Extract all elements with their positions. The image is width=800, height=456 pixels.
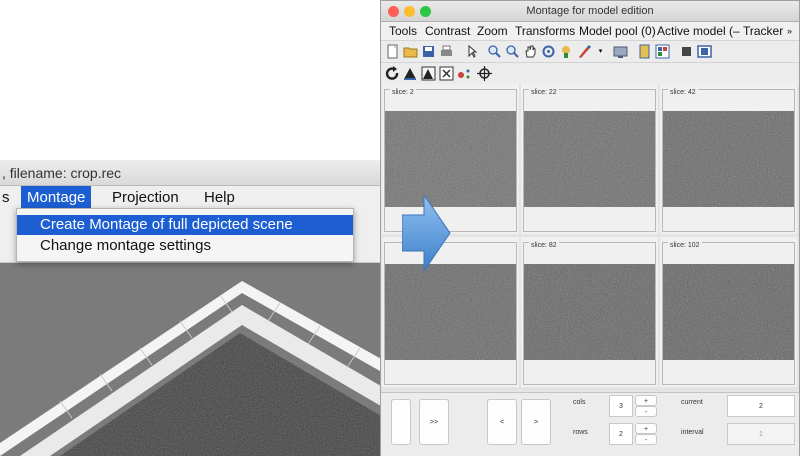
- toolbar-secondary: [381, 62, 799, 86]
- menu-tools[interactable]: Tools: [389, 22, 417, 40]
- zoom-window-button[interactable]: [420, 6, 431, 17]
- rows-field[interactable]: 2: [609, 423, 633, 445]
- rows-decrement-button[interactable]: -: [635, 434, 657, 445]
- slice-image: [385, 264, 516, 360]
- save-icon[interactable]: [421, 44, 436, 59]
- new-file-icon[interactable]: [385, 44, 400, 59]
- montage-window-title: Montage for model edition: [381, 1, 799, 22]
- crosshair-icon[interactable]: [477, 66, 492, 81]
- menu-help[interactable]: Help: [198, 186, 241, 210]
- montage-cell[interactable]: slice: 22: [521, 84, 658, 234]
- toolbar-primary: ▾: [381, 40, 799, 63]
- menu-zoom[interactable]: Zoom: [477, 22, 508, 40]
- slice-label: slice: 22: [529, 89, 559, 97]
- peak-icon[interactable]: [403, 66, 418, 81]
- montage-menu-bar: Tools Contrast Zoom Transforms Model poo…: [381, 22, 799, 40]
- rows-increment-button[interactable]: +: [635, 423, 657, 434]
- slice-label: slice: 102: [668, 242, 702, 250]
- slice-image: [663, 111, 794, 207]
- montage-cell[interactable]: slice: 102: [660, 237, 797, 387]
- next-page-button[interactable]: >>: [419, 399, 449, 445]
- zoom-out-icon[interactable]: [505, 44, 520, 59]
- current-field[interactable]: 2: [727, 395, 795, 417]
- panel-icon[interactable]: [637, 44, 652, 59]
- dropdown-arrow-icon[interactable]: ▾: [593, 44, 608, 59]
- menu-model-pool[interactable]: Model pool (0): [579, 22, 656, 40]
- close-window-button[interactable]: [388, 6, 399, 17]
- montage-menu-dropdown: Create Montage of full depicted scene Ch…: [16, 208, 354, 262]
- menu-item-create-montage[interactable]: Create Montage of full depicted scene: [17, 215, 353, 235]
- montage-controls: >> < > cols 3 + - rows 2 + - current 2 i…: [381, 392, 799, 456]
- histogram-icon[interactable]: [421, 66, 436, 81]
- fit-view-icon[interactable]: [439, 66, 454, 81]
- interval-field[interactable]: 1: [727, 423, 795, 445]
- print-icon[interactable]: [439, 44, 454, 59]
- menu-projection[interactable]: Projection: [106, 186, 185, 210]
- right-arrow-graphic: [402, 195, 451, 271]
- pan-hand-icon[interactable]: [523, 44, 538, 59]
- slice-label: slice: 82: [529, 242, 559, 250]
- menu-active-model[interactable]: Active model (–: [657, 22, 740, 40]
- slice-label: slice: 42: [668, 89, 698, 97]
- slice-image: [524, 111, 655, 207]
- open-folder-icon[interactable]: [403, 44, 418, 59]
- slice-label: slice: 2: [390, 89, 416, 97]
- stop-icon[interactable]: [679, 44, 694, 59]
- pointer-icon[interactable]: [465, 44, 480, 59]
- zoom-in-icon[interactable]: [487, 44, 502, 59]
- grid-layout-icon[interactable]: [655, 44, 670, 59]
- rotate-icon[interactable]: [541, 44, 556, 59]
- points-icon[interactable]: [457, 66, 472, 81]
- montage-cell[interactable]: slice: 82: [521, 237, 658, 387]
- menu-transforms[interactable]: Transforms: [515, 22, 575, 40]
- menu-overflow-icon[interactable]: »: [787, 22, 792, 40]
- cols-field[interactable]: 3: [609, 395, 633, 417]
- refresh-icon[interactable]: [385, 66, 400, 81]
- rows-label: rows: [573, 429, 588, 436]
- draw-tool-icon[interactable]: [577, 44, 592, 59]
- slice-image: [524, 264, 655, 360]
- minimize-window-button[interactable]: [404, 6, 415, 17]
- previous-button[interactable]: <: [487, 399, 517, 445]
- menu-montage[interactable]: Montage: [21, 186, 92, 210]
- current-label: current: [681, 399, 703, 406]
- scene-render: [0, 263, 410, 456]
- main-window: , filename: crop.rec s Montage Projectio…: [0, 160, 410, 456]
- montage-cell[interactable]: slice: 42: [660, 84, 797, 234]
- slice-image: [663, 264, 794, 360]
- interval-label: interval: [681, 429, 704, 436]
- first-page-button[interactable]: [391, 399, 411, 445]
- 3d-scene-view[interactable]: [0, 263, 410, 456]
- screen-capture-icon[interactable]: [613, 44, 628, 59]
- menu-item-partial[interactable]: s: [0, 186, 16, 210]
- next-button[interactable]: >: [521, 399, 551, 445]
- window-title: , filename: crop.rec: [0, 160, 410, 186]
- marker-icon[interactable]: [559, 44, 574, 59]
- cols-increment-button[interactable]: +: [635, 395, 657, 406]
- cols-label: cols: [573, 399, 586, 406]
- slice-image: [385, 111, 516, 207]
- cols-decrement-button[interactable]: -: [635, 406, 657, 417]
- menu-item-change-montage-settings[interactable]: Change montage settings: [17, 236, 353, 256]
- menu-contrast[interactable]: Contrast: [425, 22, 470, 40]
- menu-tracker[interactable]: Tracker: [743, 22, 783, 40]
- window-icon[interactable]: [697, 44, 712, 59]
